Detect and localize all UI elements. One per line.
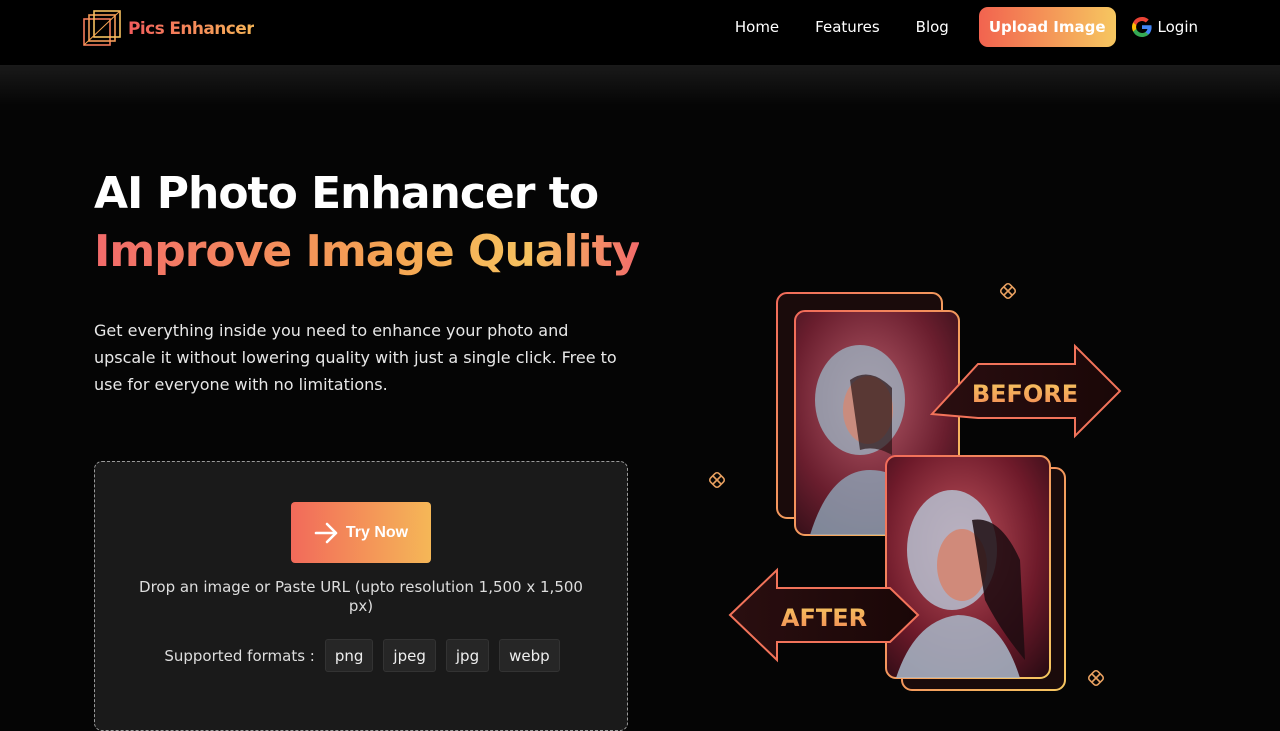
sparkle-icon [708, 471, 726, 489]
before-label: BEFORE [972, 380, 1078, 408]
after-photo [885, 455, 1051, 679]
nav-home[interactable]: Home [735, 18, 779, 36]
after-label: AFTER [781, 604, 867, 632]
hero-title: AI Photo Enhancer to Improve Image Quali… [94, 165, 654, 281]
hero-title-line2: Improve Image Quality [94, 223, 640, 281]
login-label: Login [1157, 18, 1198, 36]
format-chip-webp: webp [499, 639, 560, 672]
logo-icon [83, 10, 121, 46]
before-arrow: BEFORE [929, 343, 1122, 439]
main-nav: Home Features Blog Upload Image Login [735, 7, 1198, 47]
google-icon [1131, 17, 1152, 37]
arrow-right-icon [314, 522, 338, 543]
format-chip-jpg: jpg [445, 639, 490, 672]
brand-logo[interactable]: Pics Enhancer [82, 9, 255, 49]
site-header: Pics Enhancer Home Features Blog Upload … [0, 0, 1280, 65]
before-after-illustration: BEFORE AFTER [708, 282, 1122, 691]
supported-formats: Supported formats : png jpeg jpg webp [95, 639, 629, 672]
hero-description: Get everything inside you need to enhanc… [94, 321, 617, 394]
nav-blog[interactable]: Blog [916, 18, 949, 36]
try-now-button[interactable]: Try Now [291, 502, 431, 563]
image-drop-zone[interactable]: Try Now Drop an image or Paste URL (upto… [94, 461, 628, 731]
sparkle-icon [999, 282, 1017, 300]
upload-image-button[interactable]: Upload Image [978, 7, 1116, 47]
try-now-label: Try Now [345, 523, 409, 541]
brand-name: Pics Enhancer [128, 19, 255, 39]
login-button[interactable]: Login [1130, 15, 1198, 39]
format-chip-png: png [324, 639, 374, 672]
drop-instructions: Drop an image or Paste URL (upto resolut… [139, 578, 583, 615]
format-chip-jpeg: jpeg [383, 639, 436, 672]
hero-title-line1: AI Photo Enhancer to [94, 168, 599, 219]
sparkle-icon [1087, 669, 1105, 687]
nav-features[interactable]: Features [815, 18, 880, 36]
formats-label: Supported formats : [164, 646, 315, 665]
header-shadow [0, 65, 1280, 105]
